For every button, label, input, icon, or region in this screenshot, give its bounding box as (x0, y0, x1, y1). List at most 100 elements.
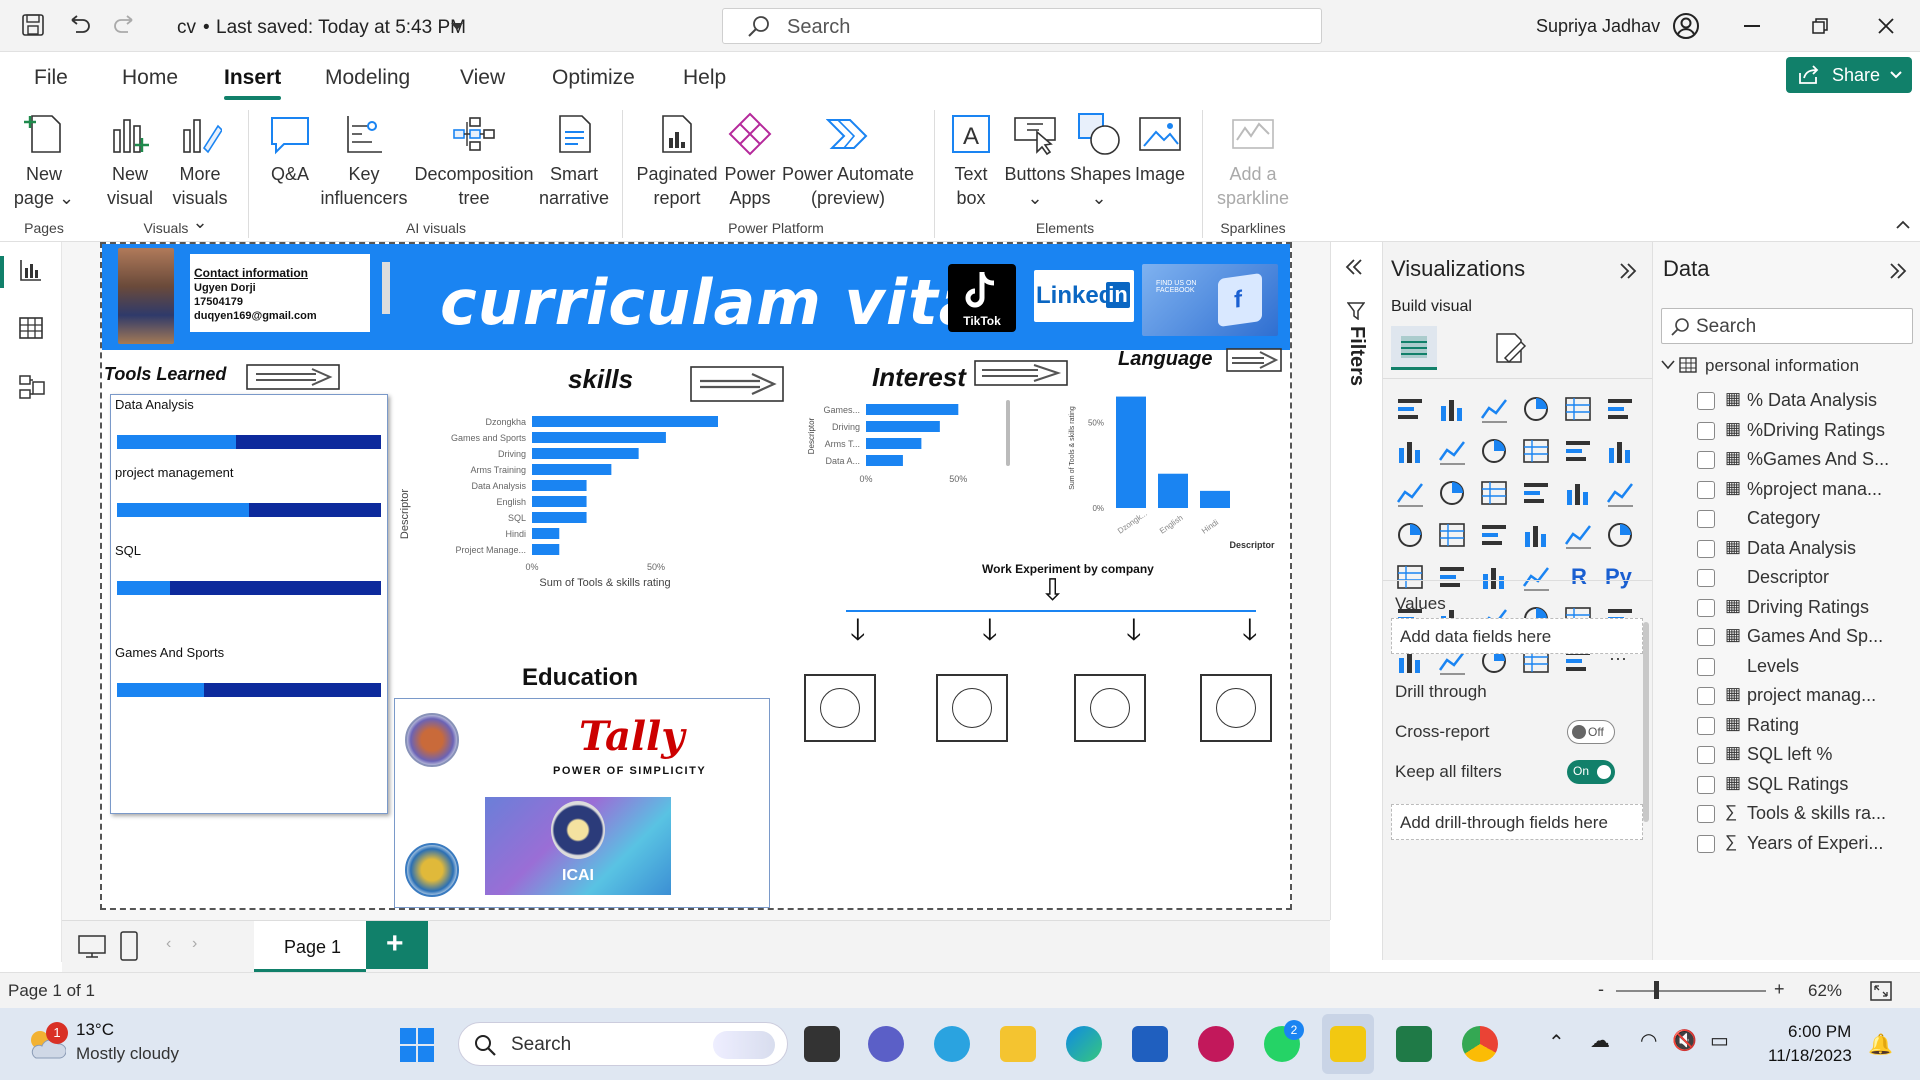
power-apps-button[interactable]: Power Apps (720, 112, 780, 210)
card-icon[interactable] (1563, 520, 1593, 550)
donut-icon[interactable] (1563, 478, 1593, 508)
field-checkbox[interactable] (1697, 628, 1715, 646)
ribbon-icon[interactable] (1605, 436, 1635, 466)
viz-scrollbar[interactable] (1643, 622, 1649, 822)
desktop-layout-icon[interactable] (78, 935, 106, 959)
data-search-box[interactable]: Search (1661, 308, 1913, 344)
telegram-icon[interactable] (934, 1026, 970, 1062)
company-button-1[interactable] (804, 674, 876, 742)
paginated-report-button[interactable]: Paginated report (634, 112, 720, 210)
field-name[interactable]: SQL Ratings (1747, 774, 1848, 795)
onedrive-icon[interactable]: ☁ (1590, 1028, 1610, 1053)
keep-filters-toggle[interactable]: On (1567, 760, 1615, 784)
field-name[interactable]: Tools & skills ra... (1747, 803, 1886, 824)
filled-map-icon[interactable] (1437, 520, 1467, 550)
previous-page-icon[interactable]: ‹ (166, 935, 171, 953)
field-checkbox[interactable] (1697, 539, 1715, 558)
collapse-pane-icon[interactable] (1889, 262, 1907, 280)
skills-chart[interactable]: Dzongkha Games and Sports Driving Arms Trai… (392, 404, 862, 634)
text-box-button[interactable]: A Text box (946, 112, 996, 210)
field-checkbox[interactable] (1697, 569, 1715, 587)
app-icon[interactable] (1198, 1026, 1234, 1062)
chevron-up-icon[interactable]: ⌃ (1548, 1030, 1565, 1055)
chrome-icon[interactable] (1462, 1026, 1498, 1062)
field-checkbox[interactable] (1697, 480, 1715, 499)
zoom-in-button[interactable]: + (1774, 979, 1785, 1000)
volume-muted-icon[interactable]: 🔇 (1672, 1028, 1697, 1053)
field-name[interactable]: Driving Ratings (1747, 597, 1869, 618)
add-sparkline-button[interactable]: Add a sparkline (1212, 112, 1294, 210)
key-influencers-button[interactable]: Key influencers (318, 112, 410, 210)
company-button-4[interactable] (1200, 674, 1272, 742)
redo-icon[interactable] (112, 14, 136, 36)
field-checkbox[interactable] (1697, 687, 1715, 705)
field-name[interactable]: Rating (1747, 715, 1799, 736)
wifi-icon[interactable]: ◠ (1640, 1028, 1657, 1053)
tab-insert[interactable]: Insert (224, 66, 282, 100)
interest-chart[interactable]: Games... Driving Arms T... Data A... 0% 50% De… (806, 392, 1034, 512)
tools-card[interactable]: Data Analysis project management SQL Games … (110, 394, 388, 814)
fit-to-page-icon[interactable] (1870, 981, 1892, 1001)
user-avatar-icon[interactable] (1672, 12, 1700, 40)
smart-narrative-button[interactable]: Smart narrative (538, 112, 610, 210)
field-name[interactable]: %Driving Ratings (1747, 420, 1885, 441)
field-checkbox[interactable] (1697, 598, 1715, 617)
field-checkbox[interactable] (1697, 775, 1715, 794)
stacked-column-icon[interactable] (1437, 394, 1467, 424)
teams-chat-icon[interactable] (868, 1026, 904, 1062)
format-visual-icon[interactable] (1493, 332, 1527, 366)
gauge-icon[interactable] (1521, 520, 1551, 550)
tab-help[interactable]: Help (683, 66, 726, 90)
azure-map-icon[interactable] (1479, 520, 1509, 550)
edge-icon[interactable] (1066, 1026, 1102, 1062)
stacked-area-icon[interactable] (1479, 436, 1509, 466)
windows-start-icon[interactable] (400, 1028, 434, 1062)
power-automate-button[interactable]: Power Automate (preview) (780, 112, 916, 210)
line-clustered-icon[interactable] (1563, 436, 1593, 466)
add-page-button[interactable]: + (366, 921, 428, 969)
waterfall-icon[interactable] (1395, 478, 1425, 508)
filters-pane-collapsed[interactable]: Filters (1330, 242, 1382, 920)
line-column-icon[interactable] (1521, 436, 1551, 466)
funnel-icon[interactable] (1437, 478, 1467, 508)
report-page[interactable]: Contact information Ugyen Dorji 17504179… (100, 242, 1292, 910)
model-view-icon[interactable] (19, 374, 45, 400)
facebook-banner[interactable]: FIND US ON FACEBOOK f (1142, 264, 1278, 336)
chevron-down-icon[interactable] (450, 22, 464, 31)
company-button-3[interactable] (1074, 674, 1146, 742)
clustered-bar-icon[interactable] (1479, 394, 1509, 424)
field-name[interactable]: %project mana... (1747, 479, 1882, 500)
field-name[interactable]: project manag... (1747, 685, 1876, 706)
100-bar-icon[interactable] (1563, 394, 1593, 424)
tiktok-logo[interactable]: TikTok (948, 264, 1016, 332)
zoom-slider[interactable] (1616, 990, 1766, 992)
title-search-box[interactable]: Search (722, 8, 1322, 44)
collapse-pane-icon[interactable] (1619, 262, 1637, 280)
tab-optimize[interactable]: Optimize (552, 66, 635, 90)
r-visual-icon[interactable]: R (1563, 562, 1593, 592)
taskbar-search[interactable]: Search (458, 1022, 788, 1066)
field-checkbox[interactable] (1697, 834, 1715, 853)
field-name[interactable]: Levels (1747, 656, 1799, 677)
file-explorer-icon[interactable] (1000, 1026, 1036, 1062)
undo-icon[interactable] (68, 14, 92, 36)
scatter-icon[interactable] (1479, 478, 1509, 508)
document-title[interactable]: cv (177, 17, 196, 39)
field-name[interactable]: Data Analysis (1747, 538, 1856, 559)
area-icon[interactable] (1437, 436, 1467, 466)
field-name[interactable]: % Data Analysis (1747, 390, 1877, 411)
clustered-column-icon[interactable] (1521, 394, 1551, 424)
ms-store-icon[interactable] (1132, 1026, 1168, 1062)
company-button-2[interactable] (936, 674, 1008, 742)
field-checkbox[interactable] (1697, 657, 1715, 676)
values-well[interactable]: Add data fields here (1391, 618, 1643, 654)
close-icon[interactable] (1878, 18, 1894, 34)
table-name[interactable]: personal information (1705, 356, 1859, 376)
report-view-icon[interactable] (19, 258, 43, 282)
field-checkbox[interactable] (1697, 421, 1715, 440)
field-name[interactable]: SQL left % (1747, 744, 1832, 765)
python-visual-icon[interactable]: Py (1605, 562, 1635, 592)
task-view-icon[interactable] (804, 1026, 840, 1062)
tab-home[interactable]: Home (122, 66, 178, 90)
mobile-layout-icon[interactable] (120, 931, 138, 961)
